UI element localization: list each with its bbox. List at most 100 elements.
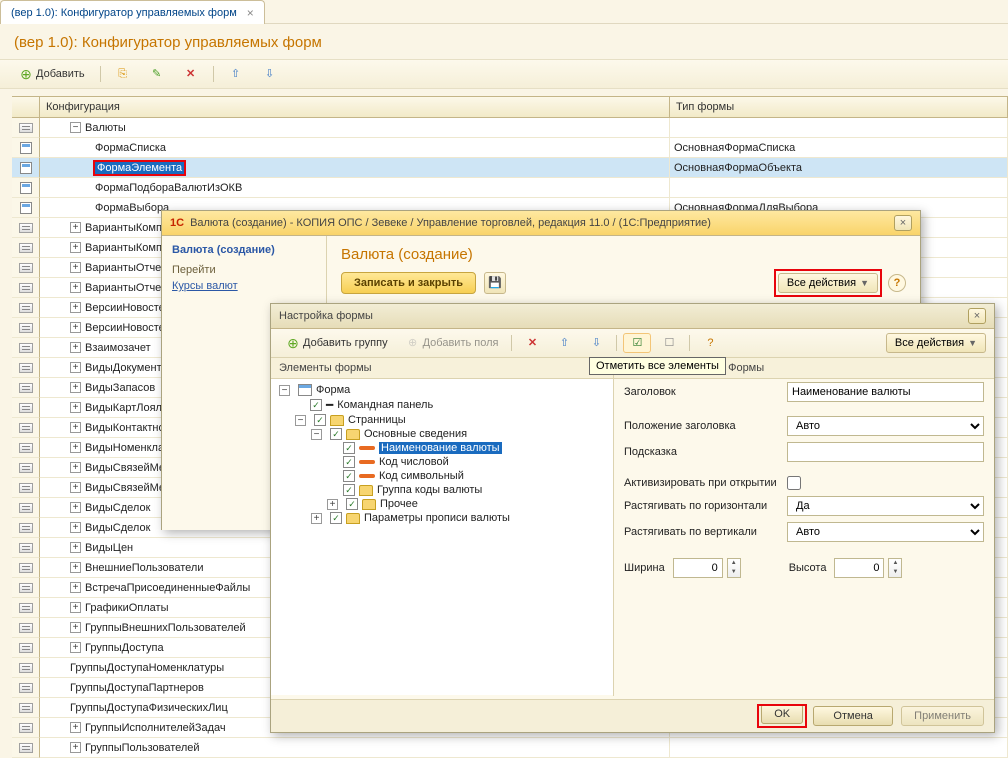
- expand-icon[interactable]: +: [70, 242, 81, 253]
- delete-button[interactable]: ✕: [177, 64, 205, 84]
- tree-item-other[interactable]: +✓Прочее: [277, 497, 607, 511]
- col-config[interactable]: Конфигурация: [40, 97, 670, 118]
- expand-icon[interactable]: +: [327, 499, 338, 510]
- checkbox[interactable]: ✓: [343, 470, 355, 482]
- col-formtype[interactable]: Тип формы: [670, 97, 1008, 118]
- checkbox[interactable]: ✓: [343, 484, 355, 496]
- save-button[interactable]: 💾: [484, 272, 506, 294]
- add-fields-button[interactable]: ⊕Добавить поля: [399, 333, 506, 353]
- main-tab[interactable]: (вер 1.0): Конфигуратор управляемых форм…: [0, 0, 265, 24]
- expand-icon[interactable]: +: [70, 482, 81, 493]
- title-input[interactable]: [787, 382, 984, 402]
- apply-button[interactable]: Применить: [901, 706, 984, 726]
- save-and-close-button[interactable]: Записать и закрыть: [341, 272, 476, 294]
- checkbox[interactable]: ✓: [343, 456, 355, 468]
- elements-tree[interactable]: −Форма ✓━Командная панель −✓Странницы −✓…: [271, 379, 613, 695]
- vstretch-select[interactable]: Авто: [787, 522, 984, 542]
- expand-icon[interactable]: +: [70, 602, 81, 613]
- tree-item-pages[interactable]: −✓Странницы: [277, 413, 607, 427]
- expand-icon[interactable]: +: [70, 442, 81, 453]
- expand-icon[interactable]: +: [70, 522, 81, 533]
- checkbox[interactable]: ✓: [330, 512, 342, 524]
- close-tab-icon[interactable]: ×: [247, 6, 254, 20]
- expand-icon[interactable]: +: [70, 582, 81, 593]
- tree-item-field-symcode[interactable]: ✓Код символьный: [277, 469, 607, 483]
- checkbox[interactable]: ✓: [310, 399, 322, 411]
- checkbox[interactable]: ✓: [330, 428, 342, 440]
- check-all-button[interactable]: ☑: [623, 333, 651, 353]
- help-icon[interactable]: ?: [888, 274, 906, 292]
- tree-item-group-codes[interactable]: ✓Группа коды валюты: [277, 483, 607, 497]
- tree-item-form[interactable]: −Форма: [277, 383, 607, 397]
- editor-titlebar[interactable]: 1С Валюта (создание) - КОПИЯ ОПС / Зевек…: [162, 211, 920, 236]
- checkbox[interactable]: ✓: [343, 442, 355, 454]
- width-input[interactable]: [673, 558, 723, 578]
- table-row[interactable]: ФормаЭлемента: [40, 158, 670, 178]
- title-pos-select[interactable]: Авто: [787, 416, 984, 436]
- expand-icon[interactable]: +: [70, 742, 81, 753]
- width-spinner[interactable]: ▲▼: [727, 558, 741, 578]
- close-icon[interactable]: ×: [894, 215, 912, 231]
- expand-icon[interactable]: +: [70, 222, 81, 233]
- expand-icon[interactable]: +: [70, 622, 81, 633]
- expand-icon[interactable]: +: [70, 262, 81, 273]
- tree-item-params[interactable]: +✓Параметры прописи валюты: [277, 511, 607, 525]
- table-row[interactable]: −Валюты: [40, 118, 670, 138]
- height-input[interactable]: [834, 558, 884, 578]
- arrow-down-icon: ⇩: [589, 336, 603, 350]
- copy-button[interactable]: ⎘: [109, 64, 137, 84]
- tree-item-main-info[interactable]: −✓Основные сведения: [277, 427, 607, 441]
- expand-icon[interactable]: +: [70, 362, 81, 373]
- expand-icon[interactable]: +: [70, 642, 81, 653]
- settings-titlebar[interactable]: Настройка формы ×: [271, 304, 994, 329]
- help-button[interactable]: ?: [696, 333, 724, 353]
- collapse-icon[interactable]: −: [295, 415, 306, 426]
- checkbox[interactable]: ✓: [314, 414, 326, 426]
- expand-icon[interactable]: +: [70, 462, 81, 473]
- all-actions-button[interactable]: Все действия ▼: [778, 273, 878, 293]
- expand-icon[interactable]: +: [70, 722, 81, 733]
- collapse-icon[interactable]: −: [279, 385, 290, 396]
- chevron-down-icon: ▼: [860, 278, 869, 288]
- expand-icon[interactable]: +: [70, 322, 81, 333]
- tree-item-command-panel[interactable]: ✓━Командная панель: [277, 397, 607, 413]
- expand-icon[interactable]: +: [70, 282, 81, 293]
- height-spinner[interactable]: ▲▼: [888, 558, 902, 578]
- expand-icon[interactable]: +: [70, 542, 81, 553]
- add-button[interactable]: ⊕ Добавить: [12, 64, 92, 84]
- expand-icon[interactable]: +: [70, 302, 81, 313]
- edit-button[interactable]: ✎: [143, 64, 171, 84]
- delete-button[interactable]: ✕: [518, 333, 546, 353]
- all-actions-button[interactable]: Все действия▼: [886, 333, 986, 353]
- ok-button[interactable]: OK: [761, 704, 803, 724]
- sidebar-link-rates[interactable]: Курсы валют: [172, 280, 316, 292]
- cancel-button[interactable]: Отмена: [813, 706, 893, 726]
- expand-icon[interactable]: +: [70, 382, 81, 393]
- move-down-button[interactable]: ⇩: [256, 64, 284, 84]
- expand-icon[interactable]: +: [70, 502, 81, 513]
- expand-icon[interactable]: +: [70, 342, 81, 353]
- table-row[interactable]: ФормаСписка: [40, 138, 670, 158]
- table-row[interactable]: +ГруппыПользователей: [40, 738, 670, 758]
- hstretch-select[interactable]: Да: [787, 496, 984, 516]
- tree-item-field-numcode[interactable]: ✓Код числовой: [277, 455, 607, 469]
- tree-item-field-name[interactable]: ✓Наименование валюты: [277, 441, 607, 455]
- expand-icon[interactable]: +: [70, 402, 81, 413]
- expand-icon[interactable]: +: [70, 422, 81, 433]
- uncheck-all-button[interactable]: ☐: [655, 333, 683, 353]
- activate-checkbox[interactable]: [787, 476, 801, 490]
- close-icon[interactable]: ×: [968, 308, 986, 324]
- move-up-button[interactable]: ⇧: [550, 333, 578, 353]
- collapse-icon[interactable]: −: [70, 122, 81, 133]
- row-name: ФормаВыбора: [95, 202, 169, 214]
- move-up-button[interactable]: ⇧: [222, 64, 250, 84]
- expand-icon[interactable]: +: [70, 562, 81, 573]
- checkbox[interactable]: ✓: [346, 498, 358, 510]
- move-down-button[interactable]: ⇩: [582, 333, 610, 353]
- hint-input[interactable]: [787, 442, 984, 462]
- add-group-button[interactable]: ⊕Добавить группу: [279, 333, 395, 353]
- table-row[interactable]: ФормаПодбораВалютИзОКВ: [40, 178, 670, 198]
- arrow-up-icon: ⇧: [229, 67, 243, 81]
- collapse-icon[interactable]: −: [311, 429, 322, 440]
- expand-icon[interactable]: +: [311, 513, 322, 524]
